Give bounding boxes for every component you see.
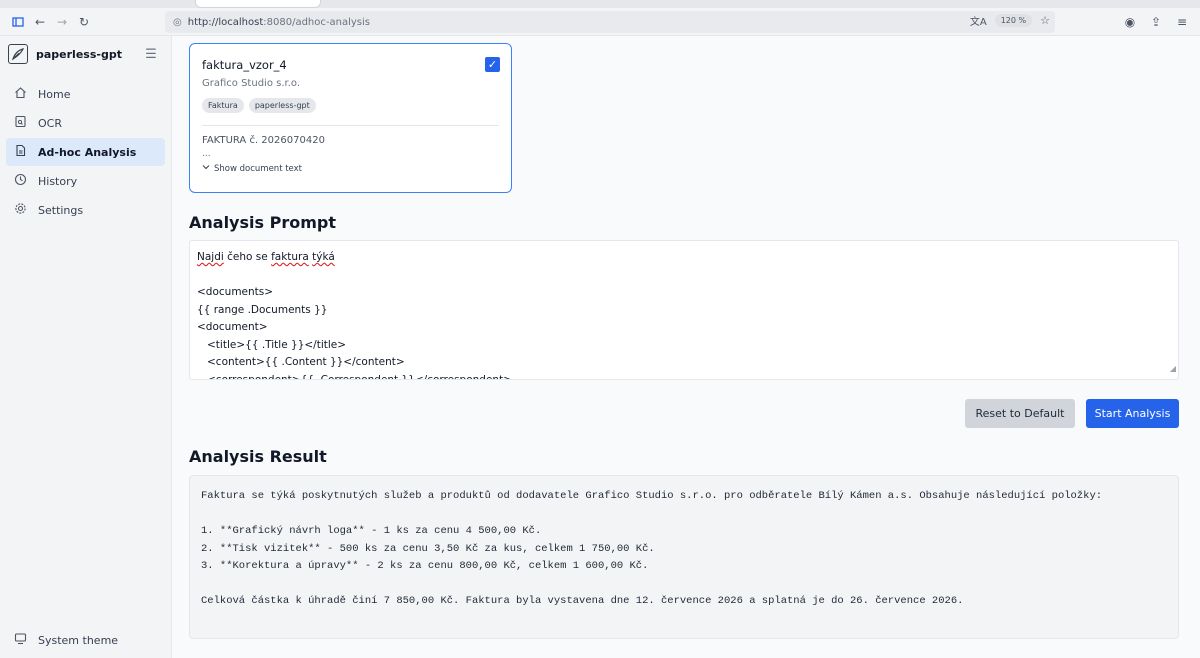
- tag: Faktura: [202, 98, 244, 113]
- url-host: http://localhost: [187, 16, 264, 28]
- tab-strip: [0, 0, 1200, 8]
- start-analysis-button[interactable]: Start Analysis: [1086, 399, 1179, 428]
- sidebar-item-home[interactable]: Home: [6, 80, 165, 108]
- menu-icon[interactable]: ≡: [1172, 12, 1192, 32]
- translate-icon[interactable]: 文A: [970, 13, 987, 28]
- tag: paperless-gpt: [248, 98, 316, 113]
- gear-icon: [12, 202, 28, 218]
- document-correspondent: Grafico Studio s.r.o.: [202, 78, 300, 89]
- ocr-icon: [12, 115, 28, 131]
- home-icon: [12, 86, 28, 102]
- result-heading: Analysis Result: [189, 447, 327, 466]
- document-text-ellipsis: ...: [202, 149, 211, 159]
- document-icon: [12, 144, 28, 160]
- document-text-preview: FAKTURA č. 2026070420: [202, 135, 325, 146]
- document-title: faktura_vzor_4: [202, 58, 287, 72]
- sidebar-item-label: Settings: [38, 203, 84, 217]
- analysis-result: Faktura se týká poskytnutých služeb a pr…: [189, 475, 1179, 639]
- main-content: faktura_vzor_4 Grafico Studio s.r.o. Fak…: [172, 36, 1200, 658]
- shield-icon: ◎: [173, 16, 182, 28]
- divider: [202, 125, 499, 126]
- prompt-heading: Analysis Prompt: [189, 213, 336, 232]
- sidebar-nav: Home OCR Ad-hoc Analysis History Setting…: [0, 80, 171, 224]
- prompt-textarea[interactable]: Najdi čeho se faktura týká <documents> {…: [189, 240, 1179, 380]
- sidebar-item-settings[interactable]: Settings: [6, 196, 165, 224]
- sidebar-item-label: History: [38, 174, 78, 188]
- sidebar-item-label: Ad-hoc Analysis: [38, 145, 137, 159]
- url-path: :8080/adhoc-analysis: [263, 16, 370, 28]
- sidebar-item-history[interactable]: History: [6, 167, 165, 195]
- sidebar-item-adhoc-analysis[interactable]: Ad-hoc Analysis: [6, 138, 165, 166]
- forward-icon[interactable]: →: [52, 12, 72, 32]
- sidebar-item-ocr[interactable]: OCR: [6, 109, 165, 137]
- browser-tab[interactable]: [195, 0, 321, 8]
- share-icon[interactable]: ⇪: [1146, 12, 1166, 32]
- clock-icon: [12, 173, 28, 189]
- brand-name: paperless-gpt: [36, 47, 122, 61]
- back-icon[interactable]: ←: [30, 12, 50, 32]
- url-bar[interactable]: ◎ http://localhost:8080/adhoc-analysis: [165, 11, 1055, 33]
- account-icon[interactable]: ◉: [1120, 12, 1140, 32]
- logo-icon: [8, 44, 28, 64]
- chevron-down-icon: [202, 163, 210, 174]
- zoom-level[interactable]: 120 %: [994, 13, 1033, 27]
- prompt-word: týká: [312, 251, 335, 263]
- theme-label: System theme: [38, 633, 119, 647]
- select-checkbox[interactable]: ✓: [485, 57, 500, 72]
- browser-toolbar: ← → ↻ ◎ http://localhost:8080/adhoc-anal…: [0, 8, 1200, 36]
- theme-toggle[interactable]: System theme: [6, 630, 118, 650]
- sidebar-item-label: OCR: [38, 116, 62, 130]
- prompt-word: faktura: [271, 251, 309, 263]
- sidebar-item-label: Home: [38, 87, 71, 101]
- resize-handle-icon[interactable]: ◢: [1170, 360, 1176, 378]
- reload-icon[interactable]: ↻: [74, 12, 94, 32]
- show-document-text-toggle[interactable]: Show document text: [202, 163, 499, 174]
- reset-to-default-button[interactable]: Reset to Default: [965, 399, 1075, 428]
- sidebar-toggle-icon[interactable]: [8, 12, 28, 32]
- prompt-body: <documents> {{ range .Documents }} <docu…: [197, 286, 512, 380]
- monitor-icon: [12, 632, 28, 648]
- show-text-label: Show document text: [214, 163, 303, 174]
- prompt-word: čeho se: [223, 251, 272, 263]
- document-card[interactable]: faktura_vzor_4 Grafico Studio s.r.o. Fak…: [189, 43, 512, 193]
- prompt-word: Najdi: [197, 251, 224, 263]
- hamburger-icon[interactable]: ☰: [141, 47, 161, 62]
- tag-list: Faktura paperless-gpt: [202, 98, 499, 113]
- bookmark-star-icon[interactable]: ☆: [1040, 14, 1050, 27]
- sidebar: paperless-gpt ☰ Home OCR Ad-hoc Analysis: [0, 36, 172, 658]
- brand: paperless-gpt ☰: [0, 36, 171, 72]
